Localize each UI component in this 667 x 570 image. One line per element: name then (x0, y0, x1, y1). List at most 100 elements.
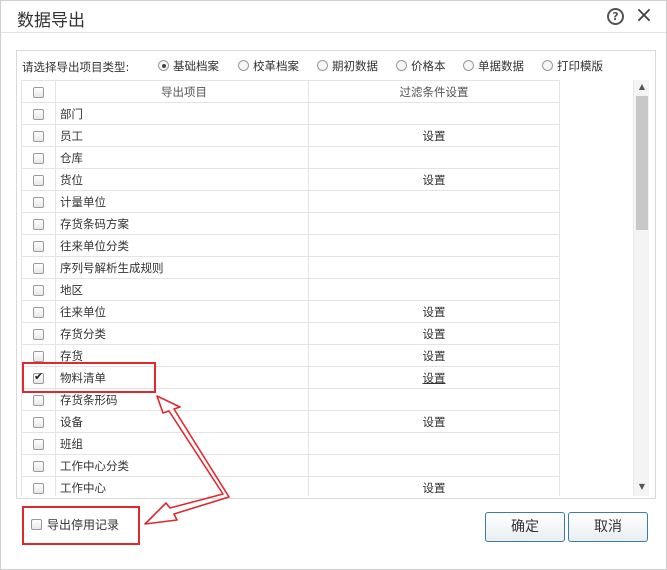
scroll-down-arrow-icon[interactable]: ▼ (634, 482, 650, 494)
row-filter-cell: 设置 (308, 124, 560, 147)
filter-settings-link[interactable]: 设置 (423, 371, 446, 385)
row-checkbox-cell (21, 102, 56, 125)
row-checkbox[interactable] (33, 370, 44, 384)
row-checkbox[interactable] (33, 174, 44, 186)
row-checkbox[interactable] (33, 284, 44, 296)
filter-settings-link[interactable]: 设置 (423, 415, 446, 429)
export-disabled-label: 导出停用记录 (47, 518, 120, 532)
radio-icon[interactable] (238, 60, 249, 71)
row-filter-cell: 设置 (308, 322, 560, 345)
radio-option-print-template[interactable]: 打印模版 (542, 58, 603, 74)
radio-icon[interactable] (542, 60, 553, 71)
row-filter-cell (308, 102, 560, 125)
dialog-title: 数据导出 (17, 11, 85, 31)
cancel-button[interactable]: 取消 (568, 512, 648, 542)
row-filter-cell (308, 278, 560, 301)
scroll-up-arrow-icon[interactable]: ▲ (634, 82, 650, 94)
radio-icon[interactable] (396, 60, 407, 71)
row-checkbox[interactable] (33, 218, 44, 230)
row-checkbox[interactable] (33, 130, 44, 142)
radio-option-revision[interactable]: 校革档案 (238, 58, 299, 74)
row-checkbox[interactable] (33, 196, 44, 208)
radio-option-pricebook[interactable]: 价格本 (396, 58, 446, 74)
row-item-name: 部门 (55, 102, 309, 125)
dialog-titlebar: 数据导出 ? × (1, 1, 666, 33)
row-checkbox[interactable] (33, 460, 44, 472)
row-checkbox[interactable] (33, 438, 44, 450)
row-checkbox-cell (21, 146, 56, 169)
column-header-filter: 过滤条件设置 (308, 80, 560, 103)
table-row[interactable]: 工作中心 设置 (21, 476, 560, 496)
table-row[interactable]: 序列号解析生成规则 (21, 256, 560, 279)
table-row[interactable]: 班组 (21, 432, 560, 455)
row-checkbox[interactable] (33, 262, 44, 274)
table-header-row: 导出项目 过滤条件设置 (21, 80, 560, 103)
filter-settings-link[interactable]: 设置 (423, 481, 446, 495)
table-row[interactable]: 物料清单 设置 (21, 366, 560, 389)
filter-settings-link[interactable]: 设置 (423, 129, 446, 143)
row-item-name: 工作中心分类 (55, 454, 309, 477)
filter-settings-link[interactable]: 设置 (423, 305, 446, 319)
row-checkbox-cell (21, 256, 56, 279)
table-row[interactable]: 存货分类 设置 (21, 322, 560, 345)
table-row[interactable]: 工作中心分类 (21, 454, 560, 477)
table-row[interactable]: 地区 (21, 278, 560, 301)
row-filter-cell (308, 190, 560, 213)
filter-settings-link[interactable]: 设置 (423, 349, 446, 363)
row-item-name: 员工 (55, 124, 309, 147)
row-checkbox[interactable] (33, 350, 44, 362)
table-row[interactable]: 存货条形码 (21, 388, 560, 411)
table-row[interactable]: 部门 (21, 102, 560, 125)
row-item-name: 地区 (55, 278, 309, 301)
table-row[interactable]: 货位 设置 (21, 168, 560, 191)
row-checkbox[interactable] (33, 152, 44, 164)
row-checkbox[interactable] (33, 328, 44, 340)
row-checkbox[interactable] (33, 306, 44, 318)
radio-option-opening[interactable]: 期初数据 (317, 58, 378, 74)
radio-selected-icon[interactable] (158, 60, 169, 71)
table-row[interactable]: 员工 设置 (21, 124, 560, 147)
row-checkbox-cell (21, 476, 56, 496)
filter-settings-link[interactable]: 设置 (423, 173, 446, 187)
grid-scrollbar[interactable]: ▲ ▼ (633, 80, 649, 496)
row-checkbox-cell (21, 300, 56, 323)
export-disabled-option[interactable]: 导出停用记录 (31, 516, 119, 533)
table-row[interactable]: 存货条码方案 (21, 212, 560, 235)
help-icon[interactable]: ? (607, 8, 624, 25)
row-checkbox-cell (21, 124, 56, 147)
radio-label: 校革档案 (253, 59, 299, 73)
row-filter-cell: 设置 (308, 366, 560, 389)
row-checkbox-cell (21, 212, 56, 235)
table-row[interactable]: 仓库 (21, 146, 560, 169)
table-row[interactable]: 往来单位分类 (21, 234, 560, 257)
close-icon[interactable]: × (634, 4, 654, 28)
row-checkbox[interactable] (33, 416, 44, 428)
table-row[interactable]: 存货 设置 (21, 344, 560, 367)
select-all-checkbox[interactable] (33, 86, 44, 98)
export-type-prompt: 请选择导出项目类型: (22, 60, 130, 74)
row-checkbox[interactable] (33, 394, 44, 406)
column-header-item: 导出项目 (55, 80, 309, 103)
row-filter-cell (308, 388, 560, 411)
row-item-name: 序列号解析生成规则 (55, 256, 309, 279)
ok-button[interactable]: 确定 (485, 512, 565, 542)
export-items-table: 导出项目 过滤条件设置 部门 员工 设置 仓库 货位 设置 计量单位 存货条码方案 往来单位分类… (21, 80, 560, 496)
table-row[interactable]: 往来单位 设置 (21, 300, 560, 323)
radio-option-documents[interactable]: 单据数据 (463, 58, 524, 74)
row-checkbox[interactable] (33, 108, 44, 120)
scrollbar-thumb[interactable] (636, 96, 648, 230)
export-disabled-checkbox[interactable] (31, 519, 42, 530)
radio-label: 打印模版 (557, 59, 603, 73)
radio-option-basic[interactable]: 基础档案 (158, 58, 219, 74)
row-checkbox[interactable] (33, 482, 44, 494)
row-checkbox-cell (21, 190, 56, 213)
table-row[interactable]: 设备 设置 (21, 410, 560, 433)
filter-settings-link[interactable]: 设置 (423, 327, 446, 341)
row-filter-cell (308, 454, 560, 477)
radio-icon[interactable] (317, 60, 328, 71)
row-checkbox[interactable] (33, 240, 44, 252)
radio-icon[interactable] (463, 60, 474, 71)
table-row[interactable]: 计量单位 (21, 190, 560, 213)
row-filter-cell (308, 256, 560, 279)
radio-label: 单据数据 (478, 59, 524, 73)
